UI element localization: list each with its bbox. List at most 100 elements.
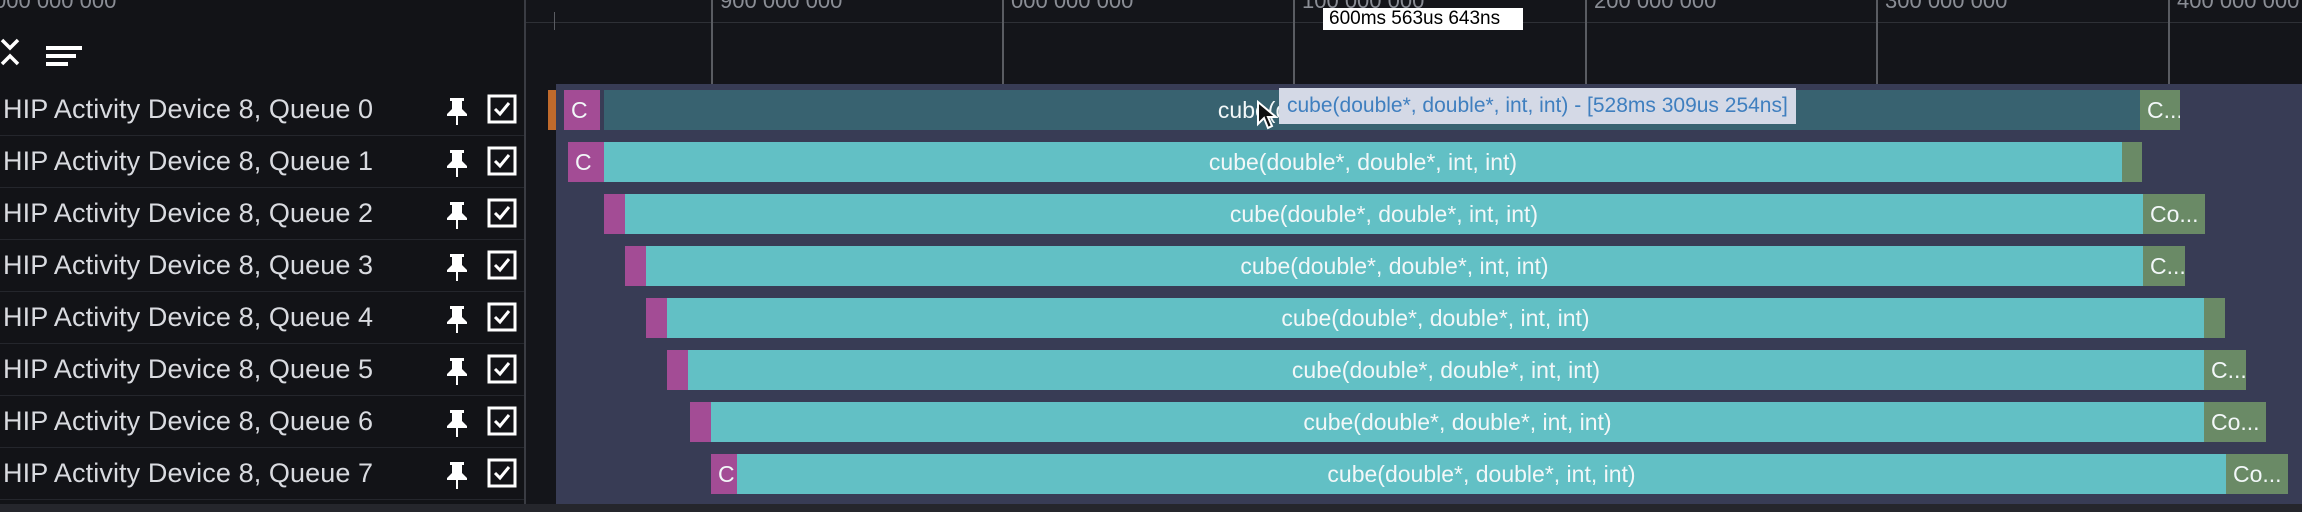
slice-label: C... [2211, 357, 2246, 383]
checkbox-icon[interactable] [487, 198, 517, 228]
kernel-slice[interactable]: cube(double*, double*, int, int) [711, 402, 2204, 442]
copy-slice[interactable]: Co... [2204, 402, 2266, 442]
pin-icon[interactable] [444, 252, 470, 282]
slice-label: Co... [2233, 461, 2282, 487]
ruler-major-tick [711, 0, 713, 84]
slice-tooltip: cube(double*, double*, int, int) - [528m… [1279, 88, 1796, 124]
track-label: HIP Activity Device 8, Queue 6 [3, 406, 374, 436]
copy-slice[interactable]: Co... [2143, 194, 2205, 234]
slice-label: C... [2147, 97, 2180, 123]
track-label: HIP Activity Device 8, Queue 3 [3, 250, 374, 280]
track-list-panel: 000 000 000 HIP Activity Device 8, Queue… [0, 0, 525, 512]
slice-label: cube(double*, double*, int, int) [1229, 201, 1539, 227]
track-row-queue-1[interactable]: HIP Activity Device 8, Queue 1 [0, 136, 525, 188]
ruler-tick-label: 300 000 000 [1885, 0, 2008, 13]
track-row-queue-5[interactable]: HIP Activity Device 8, Queue 5 [0, 344, 525, 396]
time-ruler[interactable]: 900 000 000 000 000 000 100 000 000 200 … [526, 0, 2302, 84]
ruler-major-tick [1585, 0, 1587, 84]
ruler-major-tick [1876, 0, 1878, 84]
mouse-cursor-icon [1256, 99, 1279, 130]
copy-slice[interactable]: C... [2204, 350, 2246, 390]
kernel-slice[interactable]: cube(double*, double*, int, int) [625, 194, 2143, 234]
slice-label: Co... [2211, 409, 2260, 435]
copy-slice[interactable] [690, 402, 711, 442]
copy-slice[interactable] [604, 194, 625, 234]
lane-queue-5: cube(double*, double*, int, int) C... [556, 344, 2302, 396]
slice-label: cube(double*, double*, int, int) [1208, 149, 1518, 175]
checkbox-icon[interactable] [487, 406, 517, 436]
track-label: HIP Activity Device 8, Queue 0 [3, 94, 374, 124]
kernel-slice[interactable]: cube(double*, double*, int, int) [604, 142, 2122, 182]
ruler-tick-label: 000 000 000 [0, 0, 117, 13]
pin-icon[interactable] [444, 460, 470, 490]
kernel-slice[interactable]: cube(double*, double*, int, int) [688, 350, 2204, 390]
slice-label: cube(double*, double*, int, int) [1240, 253, 1549, 279]
copy-slice[interactable]: C [568, 142, 604, 182]
slice-label: cube(double*, double*, int, int) [1303, 409, 1612, 435]
slice-label: C... [2150, 253, 2185, 279]
ruler-tick-label: 000 000 000 [1011, 0, 1134, 13]
pin-icon[interactable] [444, 356, 470, 386]
checkbox-icon[interactable] [487, 94, 517, 124]
horizontal-scrollbar[interactable] [0, 504, 2302, 512]
ruler-tick-label: 900 000 000 [720, 0, 843, 13]
slice-label: C [575, 149, 592, 175]
pin-icon[interactable] [444, 304, 470, 334]
left-ruler: 000 000 000 [0, 0, 525, 18]
ruler-tick-label: 400 000 000 [2177, 0, 2300, 13]
lane-queue-4: cube(double*, double*, int, int) [556, 292, 2302, 344]
lane-queue-2: cube(double*, double*, int, int) Co... [556, 188, 2302, 240]
kernel-slice[interactable]: cube(double*, double*, int, int) [667, 298, 2204, 338]
track-row-queue-4[interactable]: HIP Activity Device 8, Queue 4 [0, 292, 525, 344]
checkbox-icon[interactable] [487, 354, 517, 384]
pin-icon[interactable] [444, 408, 470, 438]
track-label: HIP Activity Device 8, Queue 7 [3, 458, 374, 488]
checkbox-icon[interactable] [487, 458, 517, 488]
checkbox-icon[interactable] [487, 302, 517, 332]
track-area[interactable]: C cube(double*, double*, int, int) C... … [548, 84, 2302, 504]
slice-label: cube(double*, double*, int, int) [1291, 357, 1601, 383]
copy-slice[interactable] [667, 350, 688, 390]
track-row-queue-7[interactable]: HIP Activity Device 8, Queue 7 [0, 448, 525, 500]
track-label: HIP Activity Device 8, Queue 5 [3, 354, 374, 384]
pin-icon[interactable] [444, 200, 470, 230]
ruler-major-tick [1002, 0, 1004, 84]
copy-slice[interactable] [625, 246, 646, 286]
lane-queue-1: C cube(double*, double*, int, int) [556, 136, 2302, 188]
kernel-slice[interactable]: cube(double*, double*, int, int) [737, 454, 2226, 494]
ruler-minor-tick [554, 12, 555, 30]
lane-queue-7: C cube(double*, double*, int, int) Co... [556, 448, 2302, 500]
copy-slice[interactable] [2122, 142, 2142, 182]
track-row-queue-2[interactable]: HIP Activity Device 8, Queue 2 [0, 188, 525, 240]
copy-slice[interactable]: C [711, 454, 737, 494]
event-slice[interactable] [548, 90, 556, 130]
checkbox-icon[interactable] [487, 146, 517, 176]
ruler-major-tick [1293, 0, 1295, 84]
lane-queue-6: cube(double*, double*, int, int) Co... [556, 396, 2302, 448]
track-row-queue-0[interactable]: HIP Activity Device 8, Queue 0 [0, 84, 525, 136]
copy-slice[interactable]: C [564, 90, 600, 130]
copy-slice[interactable]: C... [2140, 90, 2180, 130]
track-label: HIP Activity Device 8, Queue 1 [3, 146, 374, 176]
sort-lines-icon[interactable] [42, 34, 82, 80]
copy-slice[interactable]: Co... [2226, 454, 2288, 494]
kernel-slice[interactable]: cube(double*, double*, int, int) [646, 246, 2143, 286]
pin-icon[interactable] [444, 96, 470, 126]
ruler-tick-label: 200 000 000 [1594, 0, 1717, 13]
track-label: HIP Activity Device 8, Queue 2 [3, 198, 374, 228]
ruler-major-tick [2168, 0, 2170, 84]
slice-label: Co... [2150, 201, 2199, 227]
track-row-queue-6[interactable]: HIP Activity Device 8, Queue 6 [0, 396, 525, 448]
slice-label: C [718, 461, 735, 487]
checkbox-icon[interactable] [487, 250, 517, 280]
copy-slice[interactable]: C... [2143, 246, 2185, 286]
timeline-view[interactable]: 900 000 000 000 000 000 100 000 000 200 … [526, 0, 2302, 512]
track-toolbar [0, 34, 525, 84]
track-row-queue-3[interactable]: HIP Activity Device 8, Queue 3 [0, 240, 525, 292]
collapse-all-icon[interactable] [0, 34, 40, 80]
slice-label: cube(double*, double*, int, int) [1327, 461, 1636, 487]
lane-queue-3: cube(double*, double*, int, int) C... [556, 240, 2302, 292]
copy-slice[interactable] [2204, 298, 2225, 338]
pin-icon[interactable] [444, 148, 470, 178]
copy-slice[interactable] [646, 298, 667, 338]
